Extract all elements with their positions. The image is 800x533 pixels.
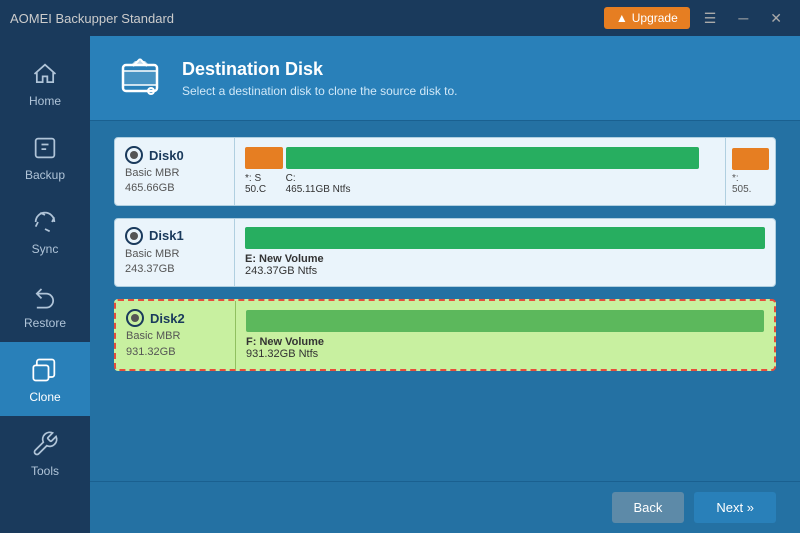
backup-icon: [29, 132, 61, 164]
disk1-name: Disk1: [125, 227, 224, 245]
page-title: Destination Disk: [182, 59, 458, 80]
sidebar-item-clone[interactable]: Clone: [0, 342, 90, 416]
title-bar: AOMEI Backupper Standard ▲ Upgrade ☰ ─ ✕: [0, 0, 800, 36]
disk-item-0[interactable]: Disk0 Basic MBR 465.66GB *: S50.C C:465.…: [114, 137, 776, 206]
title-bar-left: AOMEI Backupper Standard: [10, 11, 174, 26]
sidebar-label-backup: Backup: [25, 168, 65, 182]
disk0-details: Basic MBR 465.66GB: [125, 166, 224, 197]
disk2-info: Disk2 Basic MBR 931.32GB: [116, 301, 236, 369]
disk2-icon: [126, 309, 144, 327]
sidebar-item-home[interactable]: Home: [0, 46, 90, 120]
home-icon: [29, 58, 61, 90]
sidebar-item-sync[interactable]: Sync: [0, 194, 90, 268]
disk1-info: Disk1 Basic MBR 243.37GB: [115, 219, 235, 286]
disk0-partition-1-bar: [286, 147, 700, 169]
disk0-extra-partition: *:505.: [725, 138, 775, 205]
sidebar-label-tools: Tools: [31, 464, 59, 478]
disk2-details: Basic MBR 931.32GB: [126, 329, 225, 360]
back-button[interactable]: Back: [612, 492, 685, 523]
sidebar: Home Backup Sync Restore Clone: [0, 36, 90, 533]
disk1-partition-0-bar: [245, 227, 765, 249]
next-button[interactable]: Next »: [694, 492, 776, 523]
upgrade-button[interactable]: ▲ Upgrade: [604, 7, 690, 29]
disk-item-2[interactable]: Disk2 Basic MBR 931.32GB F: New Volume93…: [114, 299, 776, 371]
disk0-partition-labels: *: S50.C C:465.11GB Ntfs: [245, 173, 715, 195]
disk0-partition-bars: [245, 147, 715, 169]
close-button[interactable]: ✕: [762, 6, 790, 31]
upgrade-label: Upgrade: [632, 11, 678, 25]
disk2-partition-0-bar: [246, 310, 764, 332]
sidebar-label-home: Home: [29, 94, 61, 108]
disk2-partition-bars: [246, 310, 764, 332]
disk0-label-1: C:465.11GB Ntfs: [286, 173, 700, 195]
footer: Back Next »: [90, 481, 800, 533]
sidebar-label-restore: Restore: [24, 316, 66, 330]
tools-icon: [29, 428, 61, 460]
content-header: Destination Disk Select a destination di…: [90, 36, 800, 121]
disk1-partitions: E: New Volume243.37GB Ntfs: [235, 219, 775, 286]
disk0-label-0: *: S50.C: [245, 173, 283, 195]
disk2-partitions: F: New Volume931.32GB Ntfs: [236, 301, 774, 369]
disk0-info: Disk0 Basic MBR 465.66GB: [115, 138, 235, 205]
disk1-details: Basic MBR 243.37GB: [125, 247, 224, 278]
sidebar-item-backup[interactable]: Backup: [0, 120, 90, 194]
disk1-label-0: E: New Volume243.37GB Ntfs: [245, 253, 765, 277]
minimize-button[interactable]: ─: [730, 6, 756, 30]
sidebar-item-tools[interactable]: Tools: [0, 416, 90, 490]
disk0-partition-0-bar: [245, 147, 283, 169]
sidebar-label-clone: Clone: [29, 390, 60, 404]
sidebar-label-sync: Sync: [32, 242, 59, 256]
restore-icon: [29, 280, 61, 312]
disk2-label-0: F: New Volume931.32GB Ntfs: [246, 336, 764, 360]
disk2-name: Disk2: [126, 309, 225, 327]
disk1-partition-labels: E: New Volume243.37GB Ntfs: [245, 253, 765, 277]
app-title: AOMEI Backupper Standard: [10, 11, 174, 26]
sync-icon: [29, 206, 61, 238]
title-bar-controls: ▲ Upgrade ☰ ─ ✕: [604, 6, 790, 31]
disk-list: Disk0 Basic MBR 465.66GB *: S50.C C:465.…: [90, 121, 800, 481]
disk1-icon: [125, 227, 143, 245]
content-area: Destination Disk Select a destination di…: [90, 36, 800, 533]
page-subtitle: Select a destination disk to clone the s…: [182, 84, 458, 98]
disk0-name: Disk0: [125, 146, 224, 164]
clone-icon: [29, 354, 61, 386]
disk0-icon: [125, 146, 143, 164]
destination-disk-icon: [114, 52, 166, 104]
disk1-partition-bars: [245, 227, 765, 249]
main-layout: Home Backup Sync Restore Clone: [0, 36, 800, 533]
disk2-partition-labels: F: New Volume931.32GB Ntfs: [246, 336, 764, 360]
menu-button[interactable]: ☰: [696, 6, 725, 31]
disk0-partitions: *: S50.C C:465.11GB Ntfs: [235, 138, 725, 205]
header-text: Destination Disk Select a destination di…: [182, 59, 458, 98]
disk-item-1[interactable]: Disk1 Basic MBR 243.37GB E: New Volume24…: [114, 218, 776, 287]
sidebar-item-restore[interactable]: Restore: [0, 268, 90, 342]
upgrade-arrow-icon: ▲: [616, 11, 628, 25]
